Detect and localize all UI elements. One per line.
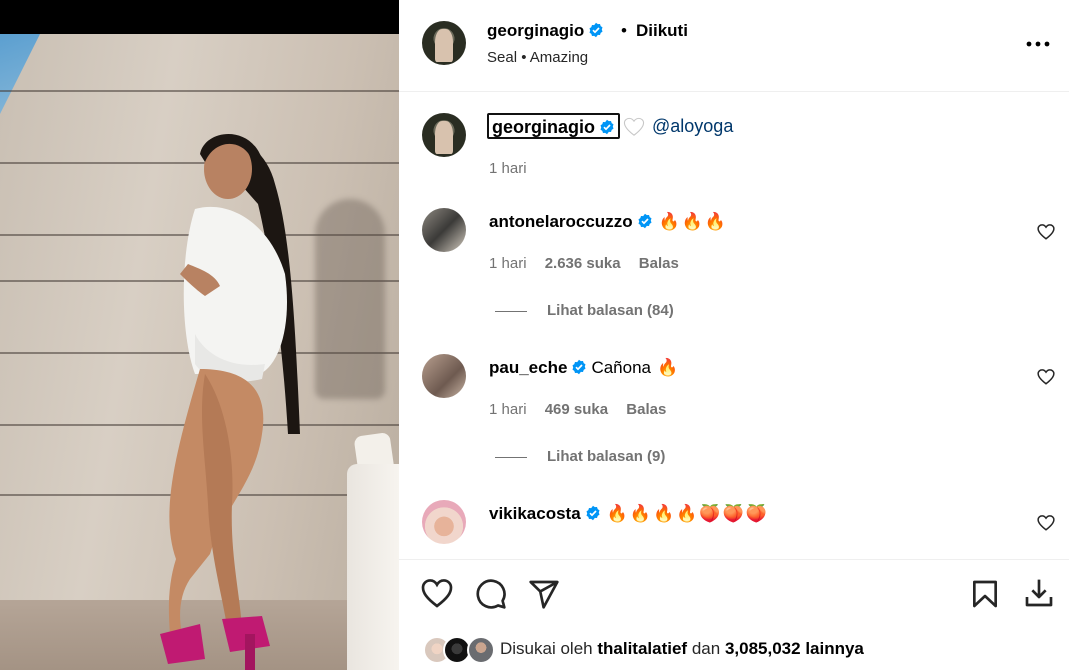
header-separator: •	[621, 21, 627, 40]
reply-button[interactable]: Balas	[639, 255, 679, 272]
post-media[interactable]	[0, 0, 399, 670]
author-username-text[interactable]: georginagio	[487, 21, 584, 40]
verified-badge-icon	[572, 359, 586, 375]
comment-emojis: 🔥	[657, 358, 681, 377]
view-replies-label[interactable]: Lihat balasan (9)	[547, 448, 665, 465]
post-actions: Disukai oleh thalitalatief dan 3,085,032…	[399, 559, 1069, 670]
heart-icon[interactable]	[1037, 514, 1055, 532]
comment-likes[interactable]: 469 suka	[545, 401, 608, 418]
comment-text: Cañona	[591, 358, 651, 377]
comments-list[interactable]: georginagio @aloyoga 1 hari antonelarocc…	[399, 93, 1069, 559]
liked-by-prefix: Disukai oleh	[500, 639, 593, 658]
commenter-username-text[interactable]: pau_eche	[489, 358, 567, 377]
white-heart-emoji-icon	[623, 117, 645, 136]
share-icon[interactable]	[528, 578, 560, 610]
heart-icon[interactable]	[421, 578, 453, 610]
comment-emojis: 🔥🔥🔥🔥🍑🍑🍑	[606, 504, 769, 523]
author-avatar[interactable]	[422, 21, 466, 65]
liked-by-conj: dan	[691, 639, 721, 658]
heart-icon[interactable]	[1037, 368, 1055, 386]
view-replies-button[interactable]: Lihat balasan (84)	[495, 302, 674, 319]
post-header: georginagio • Diikuti Seal • Amazing	[399, 0, 1069, 92]
caption-avatar[interactable]	[422, 113, 466, 157]
verified-badge-icon	[586, 505, 600, 521]
verified-badge-icon	[600, 119, 614, 135]
liked-by-text: Disukai oleh thalitalatief dan 3,085,032…	[500, 639, 864, 659]
caption-username-text[interactable]: georginagio	[492, 117, 595, 137]
comment-time[interactable]: 1 hari	[489, 255, 527, 272]
audio-info[interactable]: Seal • Amazing	[487, 49, 588, 66]
heart-icon[interactable]	[1037, 223, 1055, 241]
commenter-username[interactable]: antonelaroccuzzo 🔥🔥🔥	[489, 212, 728, 232]
commenter-avatar[interactable]	[422, 500, 466, 544]
liked-by-user-link[interactable]: thalitalatief	[597, 639, 687, 658]
caption-mention-link[interactable]: @aloyoga	[652, 116, 733, 137]
download-icon[interactable]	[1023, 577, 1055, 609]
verified-badge-icon	[638, 213, 652, 229]
replies-divider	[495, 310, 527, 312]
follow-status-button[interactable]: Diikuti	[636, 21, 688, 41]
model-figure	[160, 134, 300, 670]
verified-badge-icon	[589, 22, 603, 38]
liked-by: Disukai oleh thalitalatief dan 3,085,032…	[423, 636, 1063, 664]
comment-meta: 1 hari 469 suka Balas	[489, 401, 680, 418]
commenter-avatar[interactable]	[422, 354, 466, 398]
author-username[interactable]: georginagio	[487, 21, 604, 41]
comment-likes[interactable]: 2.636 suka	[545, 255, 621, 272]
commenter-username[interactable]: pau_eche Cañona 🔥	[489, 358, 680, 378]
caption-time[interactable]: 1 hari	[489, 160, 527, 177]
caption-username[interactable]: georginagio	[487, 113, 620, 139]
view-replies-button[interactable]: Lihat balasan (9)	[495, 448, 665, 465]
likes-suffix[interactable]: lainnya	[805, 639, 864, 658]
commenter-avatar[interactable]	[422, 208, 466, 252]
likes-count-link[interactable]: 3,085,032 lainnya	[725, 639, 864, 658]
comment-emojis: 🔥🔥🔥	[658, 212, 729, 231]
commenter-username-text[interactable]: vikikacosta	[489, 504, 581, 523]
view-replies-label[interactable]: Lihat balasan (84)	[547, 302, 674, 319]
comment-icon[interactable]	[475, 578, 507, 610]
commenter-username[interactable]: vikikacosta 🔥🔥🔥🔥🍑🍑🍑	[489, 504, 769, 524]
likes-count[interactable]: 3,085,032	[725, 639, 801, 658]
reply-button[interactable]: Balas	[626, 401, 666, 418]
liker-avatar[interactable]	[467, 636, 495, 664]
comment-meta: 1 hari 2.636 suka Balas	[489, 255, 693, 272]
post-photo	[0, 34, 399, 670]
more-options-icon[interactable]	[1025, 40, 1051, 48]
post-side-panel: georginagio • Diikuti Seal • Amazing geo…	[399, 0, 1069, 670]
bookmark-icon[interactable]	[969, 578, 1001, 610]
replies-divider	[495, 456, 527, 458]
comment-time[interactable]: 1 hari	[489, 401, 527, 418]
commenter-username-text[interactable]: antonelaroccuzzo	[489, 212, 633, 231]
